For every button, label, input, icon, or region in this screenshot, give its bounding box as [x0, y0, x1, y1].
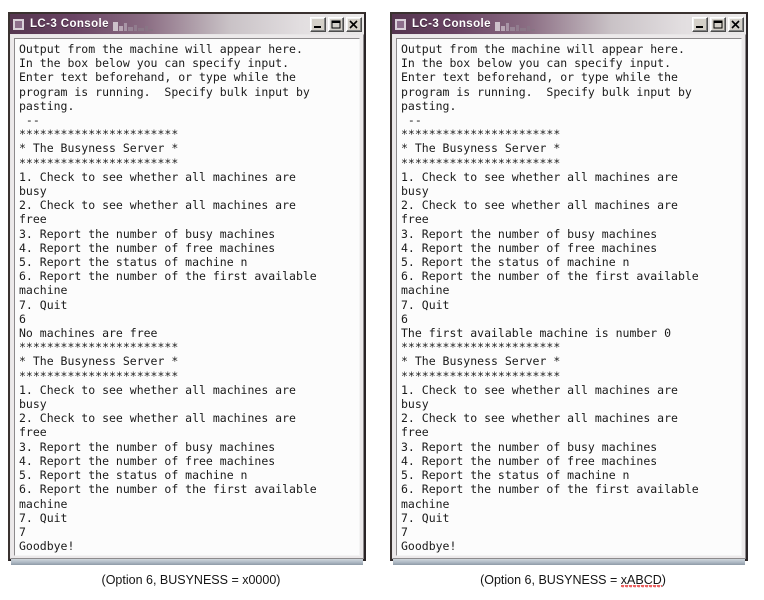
maximize-button[interactable] [710, 16, 726, 32]
caption-prefix: (Option 6, BUSYNESS = [101, 573, 243, 587]
titlebar-decoration [112, 16, 310, 32]
caption-value-misspelled: xABCD [620, 573, 662, 588]
window-footer-bar [393, 559, 745, 566]
caption-suffix: ) [661, 573, 666, 587]
app-square-icon [13, 18, 24, 30]
caption-prefix: (Option 6, BUSYNESS = [480, 573, 621, 587]
caption-value: x0000 [242, 573, 277, 587]
window-titlebar[interactable]: LC-3 Console [392, 14, 746, 34]
console-output-text: Output from the machine will appear here… [19, 42, 317, 554]
window-footer-bar [11, 559, 363, 566]
close-button[interactable] [728, 16, 744, 32]
figure-caption-left: (Option 6, BUSYNESS = x0000) [0, 573, 382, 587]
window-titlebar[interactable]: LC-3 Console [10, 14, 364, 34]
console-output-area[interactable]: Output from the machine will appear here… [396, 38, 742, 557]
lc3-console-window[interactable]: LC-3 Console Output from the machine wil… [8, 12, 366, 566]
window-controls [310, 16, 362, 32]
window-controls [692, 16, 744, 32]
window-body: Output from the machine will appear here… [10, 34, 364, 560]
panel-left: LC-3 Console Output from the machine wil… [0, 0, 382, 600]
page-root: LC-3 Console Output from the machine wil… [0, 0, 764, 600]
console-output-area[interactable]: Output from the machine will appear here… [14, 38, 360, 557]
console-output-text: Output from the machine will appear here… [401, 42, 699, 554]
titlebar-decoration [494, 16, 692, 32]
minimize-button[interactable] [692, 16, 708, 32]
window-title: LC-3 Console [30, 18, 109, 30]
window-title: LC-3 Console [412, 18, 491, 30]
app-square-icon [395, 18, 406, 30]
figure-caption-right: (Option 6, BUSYNESS = xABCD) [382, 573, 764, 588]
lc3-console-window[interactable]: LC-3 Console Output from the machine wil… [390, 12, 748, 566]
close-button[interactable] [346, 16, 362, 32]
caption-suffix: ) [276, 573, 281, 587]
panel-right: LC-3 Console Output from the machine wil… [382, 0, 764, 600]
window-body: Output from the machine will appear here… [392, 34, 746, 560]
maximize-button[interactable] [328, 16, 344, 32]
minimize-button[interactable] [310, 16, 326, 32]
